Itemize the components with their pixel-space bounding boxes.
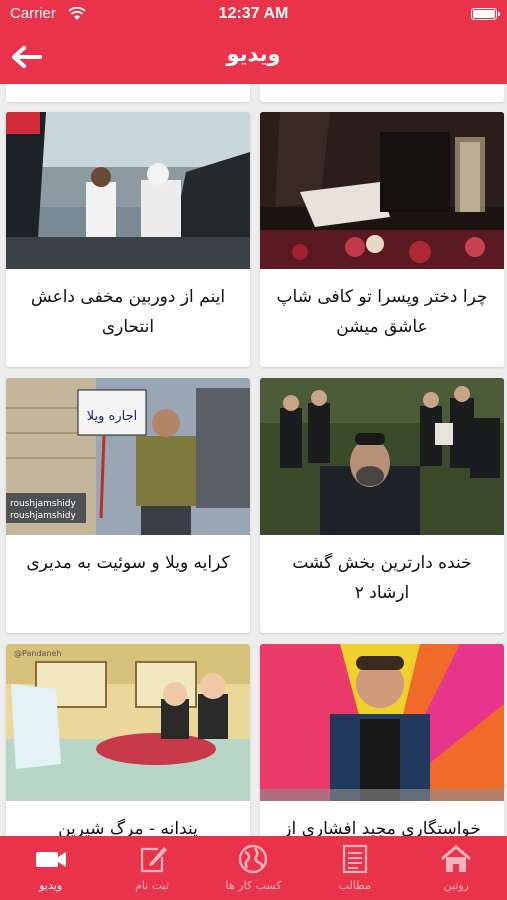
- tab-register[interactable]: ثبت نام: [101, 836, 202, 900]
- video-thumbnail[interactable]: اجاره ویلا roushjamshidy roushjamshidy: [6, 378, 250, 535]
- battery-icon: [471, 8, 500, 20]
- globe-icon: [239, 844, 268, 874]
- tab-label: کسب کار ها: [225, 879, 282, 892]
- video-card[interactable]: خنده دارترین بخش گشت ارشاد ۲: [260, 378, 504, 633]
- video-thumbnail[interactable]: [260, 644, 504, 801]
- video-thumbnail[interactable]: [260, 378, 504, 535]
- previous-row-edge: [6, 84, 504, 102]
- villa-sign-text: اجاره ویلا: [87, 409, 137, 424]
- video-title: پندانه - مرگ شیرین: [58, 819, 198, 836]
- tab-label: مطالب: [338, 879, 372, 892]
- video-thumbnail[interactable]: @Pandaneh: [6, 644, 250, 801]
- video-thumbnail[interactable]: [6, 112, 250, 269]
- nav-bar: ویدیو: [0, 30, 507, 84]
- watermark-text: @Pandaneh: [14, 649, 61, 658]
- tab-home[interactable]: روتین: [406, 836, 507, 900]
- video-card[interactable]: اجاره ویلا roushjamshidy roushjamshidy ک…: [6, 378, 250, 633]
- tab-label: ثبت نام: [135, 879, 170, 892]
- page-title: ویدیو: [226, 42, 281, 66]
- video-card[interactable]: اینم از دوربین مخفی داعش انتحاری: [6, 112, 250, 367]
- video-title: خواستگاری مجید افشاری از: [283, 819, 481, 836]
- edit-icon: [140, 847, 168, 873]
- video-card[interactable]: خواستگاری مجید افشاری از: [260, 644, 504, 836]
- tab-video[interactable]: ویدیو: [0, 836, 101, 900]
- video-title: اینم از دوربین مخفی داعش انتحاری: [30, 287, 226, 337]
- video-thumbnail[interactable]: [260, 112, 504, 269]
- video-title: خنده دارترین بخش گشت ارشاد ۲: [292, 553, 472, 603]
- tab-articles[interactable]: مطالب: [304, 836, 405, 900]
- video-card[interactable]: چرا دختر وپسرا تو کافی شاپ عاشق میشن: [260, 112, 504, 367]
- video-camera-icon: [35, 852, 66, 867]
- video-title: کرایه ویلا و سوئیت به مدیری: [26, 553, 230, 573]
- video-grid[interactable]: چرا دختر وپسرا تو کافی شاپ عاشق میشن این…: [0, 84, 507, 836]
- watermark-text: roushjamshidy: [10, 499, 76, 509]
- clock: 12:37 AM: [218, 5, 289, 22]
- tab-label: روتین: [443, 879, 469, 892]
- home-icon: [441, 845, 472, 872]
- video-card[interactable]: @Pandaneh پندانه - مرگ شیرین: [6, 644, 250, 836]
- articles-icon: [342, 844, 367, 874]
- video-title: چرا دختر وپسرا تو کافی شاپ عاشق میشن: [276, 287, 488, 337]
- tab-bar: روتین مطالب کسب کار ها ثبت نام ویدیو: [0, 836, 507, 900]
- svg-text:roushjamshidy: roushjamshidy: [10, 511, 76, 521]
- status-bar: Carrier 12:37 AM: [0, 0, 507, 30]
- tab-businesses[interactable]: کسب کار ها: [203, 836, 304, 900]
- tab-label: ویدیو: [39, 879, 63, 892]
